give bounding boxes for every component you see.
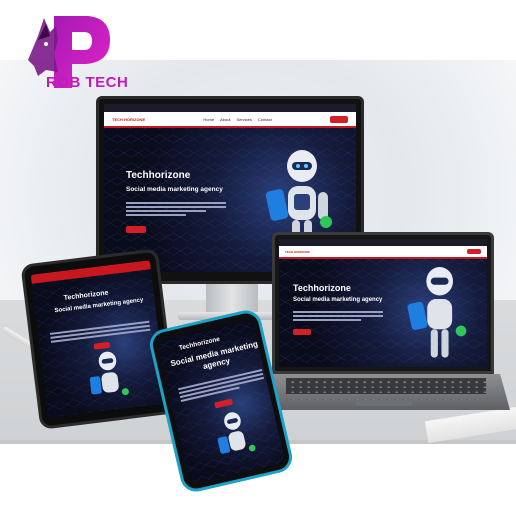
- monitor-stand-neck: [206, 284, 258, 314]
- nav-accent-line: [104, 126, 356, 128]
- robot-figure-icon: [217, 412, 256, 454]
- nav-item-about[interactable]: About: [220, 117, 230, 122]
- hero-subtitle: Social media marketing agency: [293, 297, 383, 303]
- hero-body-lines: [293, 309, 383, 323]
- laptop-website: TECH HORIZONE Techhorizone Social media …: [279, 239, 487, 367]
- phone-website: Techhorizone Social media marketing agen…: [156, 317, 286, 485]
- tablet-website: Techhorizone Social media marketing agen…: [30, 260, 168, 418]
- hero-subtitle: Social media marketing agency: [126, 186, 223, 193]
- robtech-logo: ROB TECH: [24, 10, 149, 91]
- nav-item-services[interactable]: Services: [237, 117, 252, 122]
- hero-title: Techhorizone: [293, 283, 351, 293]
- brand-name: ROB TECH: [46, 74, 129, 91]
- site-logo[interactable]: TECH HORIZONE: [285, 250, 310, 254]
- nav-cta-button[interactable]: [467, 249, 481, 254]
- laptop-screen: TECH HORIZONE Techhorizone Social media …: [272, 232, 494, 374]
- hero-contact-button[interactable]: [126, 226, 146, 233]
- site-nav: TECH HORIZONE: [279, 246, 487, 257]
- site-logo[interactable]: TECH HORIZONE: [112, 117, 145, 122]
- site-topbar: [279, 239, 487, 246]
- robot-figure-icon: [89, 351, 129, 396]
- nav-accent-line: [279, 257, 487, 259]
- hero-title: Techhorizone: [126, 170, 191, 181]
- robot-figure-icon: [407, 267, 467, 358]
- laptop-keyboard: [286, 378, 486, 394]
- hero-contact-button[interactable]: [293, 329, 311, 335]
- nav-item-home[interactable]: Home: [203, 117, 214, 122]
- site-nav: TECH HORIZONE Home About Services Contac…: [104, 112, 356, 126]
- product-mockup-scene: ROB TECH TECH HORIZONE Home About Servic…: [0, 0, 516, 516]
- nav-item-contact[interactable]: Contact: [258, 117, 272, 122]
- hero-body-lines: [126, 200, 226, 218]
- laptop-trackpad: [356, 396, 412, 406]
- site-menu: Home About Services Contact: [203, 117, 271, 122]
- nav-cta-button[interactable]: [329, 115, 348, 123]
